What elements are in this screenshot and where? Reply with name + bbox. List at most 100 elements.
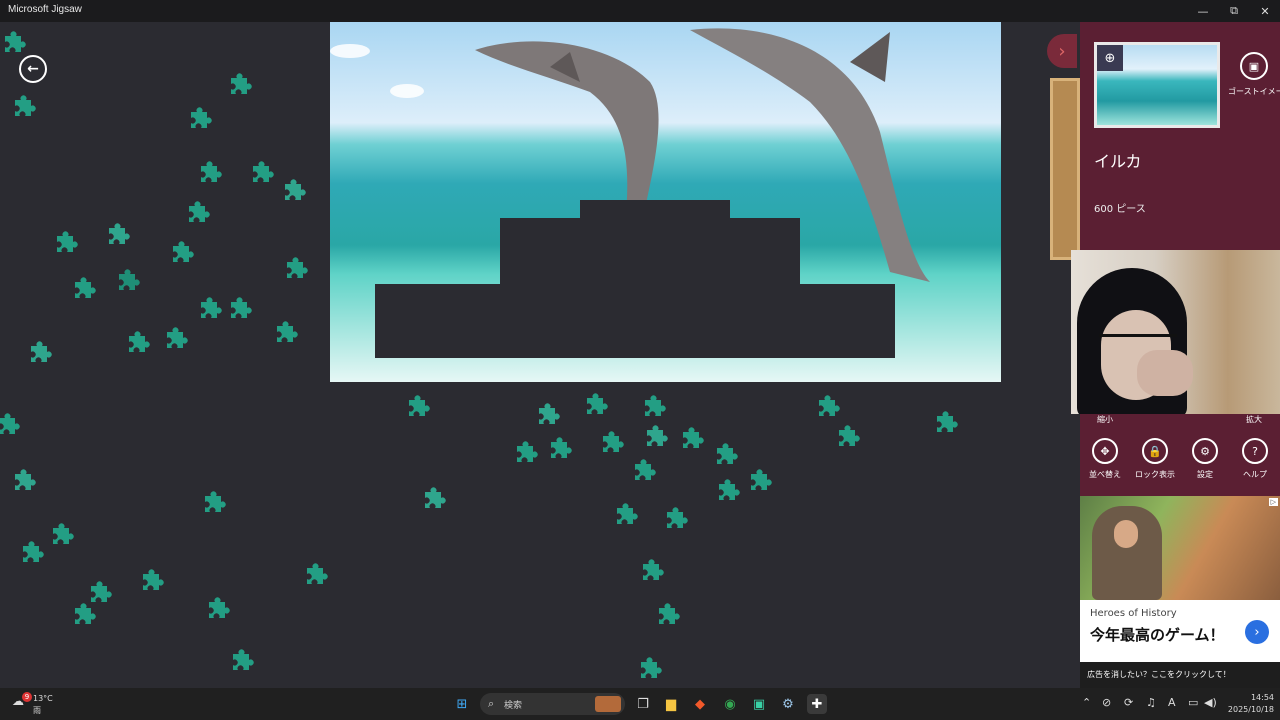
missing-area bbox=[580, 200, 730, 222]
puzzle-piece[interactable] bbox=[184, 200, 210, 226]
puzzle-piece[interactable] bbox=[124, 330, 150, 356]
missing-area bbox=[500, 218, 800, 286]
puzzle-piece[interactable] bbox=[814, 394, 840, 420]
puzzle-piece[interactable] bbox=[228, 648, 254, 674]
puzzle-piece[interactable] bbox=[582, 392, 608, 418]
steam-button[interactable]: ⚙ bbox=[778, 694, 798, 714]
jigsaw-app-button[interactable]: ✚ bbox=[807, 694, 827, 714]
puzzle-piece[interactable] bbox=[248, 160, 274, 186]
puzzle-piece[interactable] bbox=[714, 478, 740, 504]
puzzle-piece[interactable] bbox=[834, 424, 860, 450]
puzzle-piece[interactable] bbox=[420, 486, 446, 512]
puzzle-piece[interactable] bbox=[48, 522, 74, 548]
zoom-in-icon[interactable]: ⊕ bbox=[1097, 45, 1123, 71]
zoom-in-button[interactable]: 拡大 bbox=[1246, 414, 1262, 425]
collapse-panel-button[interactable]: › bbox=[1047, 34, 1077, 68]
lock-icon: 🔒 bbox=[1142, 438, 1168, 464]
puzzle-piece[interactable] bbox=[138, 568, 164, 594]
puzzle-piece[interactable] bbox=[226, 72, 252, 98]
puzzle-piece[interactable] bbox=[168, 240, 194, 266]
ad-go-button[interactable]: › bbox=[1245, 620, 1269, 644]
help-button[interactable]: ? ヘルプ bbox=[1230, 438, 1280, 480]
puzzle-piece[interactable] bbox=[52, 230, 78, 256]
puzzle-piece[interactable] bbox=[226, 296, 252, 322]
puzzle-piece[interactable] bbox=[10, 94, 36, 120]
puzzle-piece[interactable] bbox=[10, 468, 36, 494]
taskbar-search[interactable]: ⌕ 検索 bbox=[480, 693, 625, 715]
ad-artwork[interactable] bbox=[1080, 496, 1280, 600]
puzzle-piece[interactable] bbox=[162, 326, 188, 352]
puzzle-piece[interactable] bbox=[612, 502, 638, 528]
lock-view-button[interactable]: 🔒 ロック表示 bbox=[1130, 438, 1180, 480]
ad-choices-icon[interactable]: ▷ bbox=[1268, 498, 1278, 506]
start-button[interactable]: ⊞ bbox=[452, 694, 472, 714]
puzzle-piece[interactable] bbox=[272, 320, 298, 346]
maximize-button[interactable]: ⧉ bbox=[1217, 0, 1251, 22]
clock-time: 14:54 bbox=[1250, 693, 1274, 702]
advertisement[interactable]: ▷ Heroes of History 今年最高のゲーム！ › 広告を消したい？… bbox=[1080, 496, 1280, 688]
puzzle-piece[interactable] bbox=[196, 160, 222, 186]
clock[interactable]: 14:54 2025/10/18 bbox=[1218, 692, 1274, 716]
microphone-icon[interactable]: ♫ bbox=[1146, 696, 1156, 709]
puzzle-piece[interactable] bbox=[18, 540, 44, 566]
puzzle-piece[interactable] bbox=[0, 412, 20, 438]
remove-ads-link[interactable]: 広告を消したい？ここをクリックして！ bbox=[1080, 662, 1280, 688]
puzzle-piece[interactable] bbox=[70, 602, 96, 628]
puzzle-piece[interactable] bbox=[642, 424, 668, 450]
puzzle-piece[interactable] bbox=[630, 458, 656, 484]
puzzle-piece[interactable] bbox=[196, 296, 222, 322]
brave-browser-button[interactable]: ◆ bbox=[690, 694, 710, 714]
puzzle-piece[interactable] bbox=[104, 222, 130, 248]
puzzle-piece[interactable] bbox=[204, 596, 230, 622]
tool-label: 並べ替え bbox=[1089, 470, 1121, 479]
ime-icon[interactable]: A bbox=[1168, 696, 1176, 709]
puzzle-thumbnail[interactable]: ⊕ bbox=[1094, 42, 1220, 128]
shuffle-button[interactable]: ✥ 並べ替え bbox=[1080, 438, 1130, 480]
sync-icon[interactable]: ⟳ bbox=[1124, 696, 1133, 709]
puzzle-piece[interactable] bbox=[0, 30, 26, 56]
piece-tray[interactable] bbox=[1050, 78, 1080, 260]
speaker-icon[interactable]: ◀) bbox=[1204, 696, 1217, 709]
close-button[interactable]: ✕ bbox=[1248, 0, 1280, 22]
puzzle-image[interactable] bbox=[330, 22, 1001, 382]
puzzle-piece[interactable] bbox=[636, 656, 662, 682]
puzzle-piece[interactable] bbox=[114, 268, 140, 294]
chevron-up-icon[interactable]: ⌃ bbox=[1082, 696, 1091, 709]
puzzle-piece[interactable] bbox=[70, 276, 96, 302]
puzzle-piece[interactable] bbox=[712, 442, 738, 468]
puzzle-piece[interactable] bbox=[512, 440, 538, 466]
puzzle-piece[interactable] bbox=[640, 394, 666, 420]
puzzle-piece[interactable] bbox=[200, 490, 226, 516]
puzzle-piece[interactable] bbox=[186, 106, 212, 132]
minimize-button[interactable]: — bbox=[1186, 0, 1220, 22]
puzzle-piece[interactable] bbox=[746, 468, 772, 494]
back-button[interactable]: ← bbox=[19, 55, 47, 83]
ad-headline[interactable]: 今年最高のゲーム！ bbox=[1090, 624, 1225, 645]
puzzle-piece[interactable] bbox=[280, 178, 306, 204]
settings-button[interactable]: ⚙ 設定 bbox=[1180, 438, 1230, 480]
puzzle-piece[interactable] bbox=[404, 394, 430, 420]
puzzle-piece[interactable] bbox=[282, 256, 308, 282]
file-explorer-button[interactable]: ▆ bbox=[661, 694, 681, 714]
shuffle-icon: ✥ bbox=[1092, 438, 1118, 464]
puzzle-piece[interactable] bbox=[678, 426, 704, 452]
ghost-image-button[interactable]: ▣ ゴーストイメージ bbox=[1228, 52, 1280, 97]
puzzle-piece[interactable] bbox=[26, 340, 52, 366]
puzzle-piece[interactable] bbox=[654, 602, 680, 628]
puzzle-piece[interactable] bbox=[638, 558, 664, 584]
puzzle-piece[interactable] bbox=[598, 430, 624, 456]
puzzle-board[interactable]: ← bbox=[0, 22, 1080, 688]
network-off-icon[interactable]: ⊘ bbox=[1102, 696, 1111, 709]
zoom-out-button[interactable]: 縮小 bbox=[1097, 414, 1113, 425]
chat-app-button[interactable]: ▣ bbox=[749, 694, 769, 714]
puzzle-piece[interactable] bbox=[932, 410, 958, 436]
puzzle-piece[interactable] bbox=[302, 562, 328, 588]
chrome-icon: ◉ bbox=[724, 696, 736, 712]
task-view-button[interactable]: ❐ bbox=[633, 694, 653, 714]
chrome-button[interactable]: ◉ bbox=[720, 694, 740, 714]
puzzle-piece[interactable] bbox=[546, 436, 572, 462]
display-icon[interactable]: ▭ bbox=[1188, 696, 1198, 709]
puzzle-piece[interactable] bbox=[662, 506, 688, 532]
puzzle-piece[interactable] bbox=[534, 402, 560, 428]
gear-icon: ⚙ bbox=[1192, 438, 1218, 464]
